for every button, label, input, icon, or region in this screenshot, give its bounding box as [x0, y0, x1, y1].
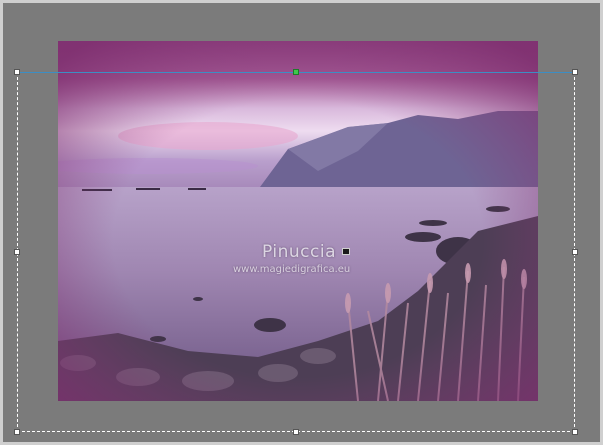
resize-handle-middle-left[interactable] — [14, 249, 20, 255]
canvas-frame-top — [0, 0, 603, 3]
resize-handle-bottom-left[interactable] — [14, 429, 20, 435]
resize-handle-bottom-right[interactable] — [572, 429, 578, 435]
watermark-signature: Pinuccia — [262, 242, 336, 262]
canvas-frame-left — [0, 0, 3, 445]
resize-handle-middle-right[interactable] — [572, 249, 578, 255]
rotate-handle-top-center[interactable] — [293, 69, 299, 75]
resize-handle-bottom-center[interactable] — [293, 429, 299, 435]
resize-handle-top-right[interactable] — [572, 69, 578, 75]
resize-handle-top-left[interactable] — [14, 69, 20, 75]
watermark-url: www.magiedigrafica.eu — [233, 264, 351, 275]
pivot-point-icon[interactable] — [342, 248, 350, 255]
